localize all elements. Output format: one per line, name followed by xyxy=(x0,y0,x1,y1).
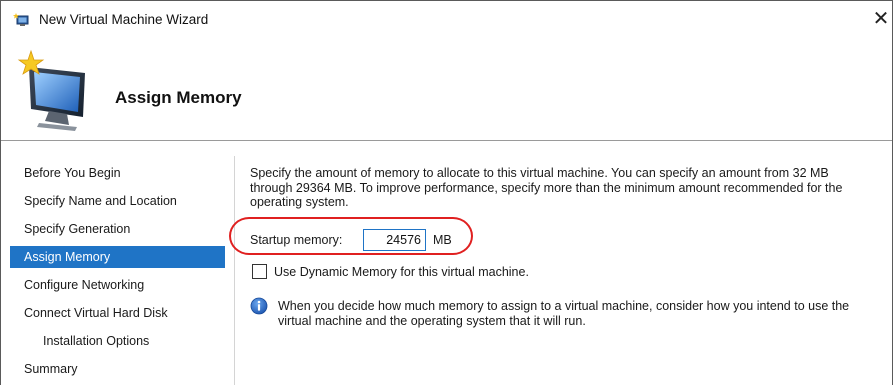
nav-divider xyxy=(234,156,235,385)
wizard-window: New Virtual Machine Wizard ✕ Assign Memo… xyxy=(0,0,893,385)
nav-item-assign-memory[interactable]: Assign Memory xyxy=(10,246,225,268)
info-text: When you decide how much memory to assig… xyxy=(278,299,850,328)
startup-memory-unit: MB xyxy=(433,233,452,247)
nav-item-installation-options[interactable]: Installation Options xyxy=(10,330,225,352)
virtual-machine-wizard-icon xyxy=(13,13,29,27)
wizard-steps-nav: Before You Begin Specify Name and Locati… xyxy=(1,156,225,385)
nav-item-summary[interactable]: Summary xyxy=(10,358,225,380)
dynamic-memory-checkbox[interactable] xyxy=(252,264,267,279)
nav-item-configure-networking[interactable]: Configure Networking xyxy=(10,274,225,296)
page-title: Assign Memory xyxy=(115,88,242,107)
nav-item-specify-name-and-location[interactable]: Specify Name and Location xyxy=(10,190,225,212)
startup-memory-label: Startup memory: xyxy=(250,233,343,247)
close-icon[interactable]: ✕ xyxy=(869,9,893,31)
nav-item-before-you-begin[interactable]: Before You Begin xyxy=(10,162,225,184)
info-icon xyxy=(250,297,268,315)
nav-item-specify-generation[interactable]: Specify Generation xyxy=(10,218,225,240)
window-title: New Virtual Machine Wizard xyxy=(39,12,209,27)
dynamic-memory-label[interactable]: Use Dynamic Memory for this virtual mach… xyxy=(274,265,529,279)
wizard-header: Assign Memory xyxy=(1,37,892,141)
nav-item-connect-virtual-hard-disk[interactable]: Connect Virtual Hard Disk xyxy=(10,302,225,324)
startup-memory-input[interactable] xyxy=(363,229,426,251)
monitor-with-star-icon xyxy=(15,49,93,133)
title-bar: New Virtual Machine Wizard ✕ xyxy=(1,1,892,37)
memory-description: Specify the amount of memory to allocate… xyxy=(250,166,843,209)
